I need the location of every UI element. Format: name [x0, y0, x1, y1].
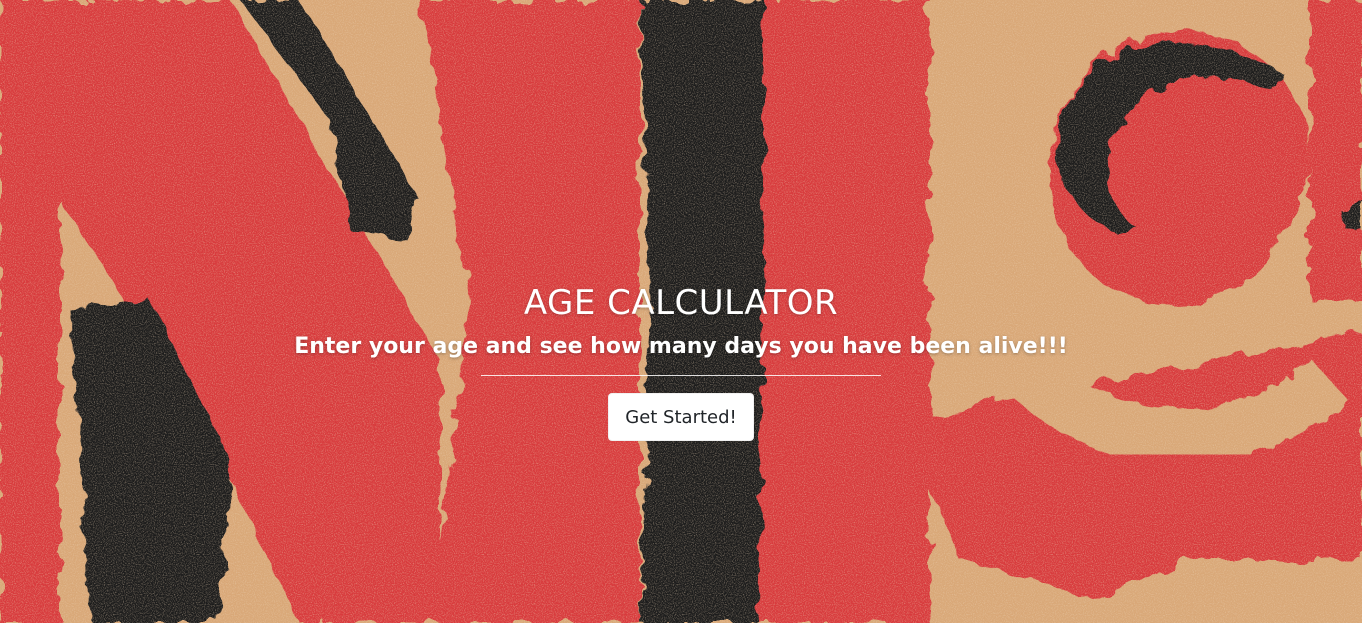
page-subtitle: Enter your age and see how many days you… — [294, 334, 1068, 359]
get-started-button[interactable]: Get Started! — [608, 393, 754, 441]
divider — [481, 375, 881, 376]
hero-section: AGE CALCULATOR Enter your age and see ho… — [0, 0, 1362, 623]
page-title: AGE CALCULATOR — [523, 283, 839, 323]
